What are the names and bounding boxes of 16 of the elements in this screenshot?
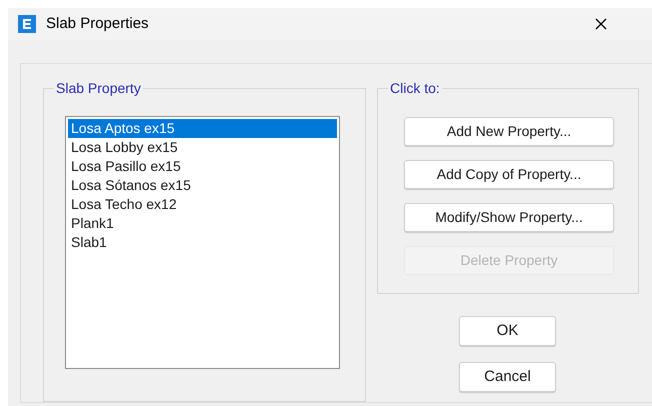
dialog-button[interactable]: Cancel [459,362,556,392]
list-item[interactable]: Slab1 [68,233,337,252]
list-item[interactable]: Losa Pasillo ex15 [68,157,337,176]
action-button[interactable]: Add New Property... [404,117,614,146]
action-button[interactable]: Add Copy of Property... [404,160,614,189]
window-title: Slab Properties [46,14,149,34]
action-button[interactable]: Modify/Show Property... [404,203,614,232]
list-item[interactable]: Losa Lobby ex15 [68,138,337,157]
close-icon[interactable] [594,17,607,31]
list-item[interactable]: Plank1 [68,214,337,233]
list-item[interactable]: Losa Techo ex12 [68,195,337,214]
list-item[interactable]: Losa Sótanos ex15 [68,176,337,195]
app-logo-icon [18,15,36,33]
dialog-button[interactable]: OK [459,316,556,346]
property-list[interactable]: Losa Aptos ex15 Losa Lobby ex15 Losa Pasillo ex15 Losa Sótanos ex15 Losa Techo ex12 Plank1 Slab1 [65,116,340,369]
list-item[interactable]: Losa Aptos ex15 [68,119,337,138]
